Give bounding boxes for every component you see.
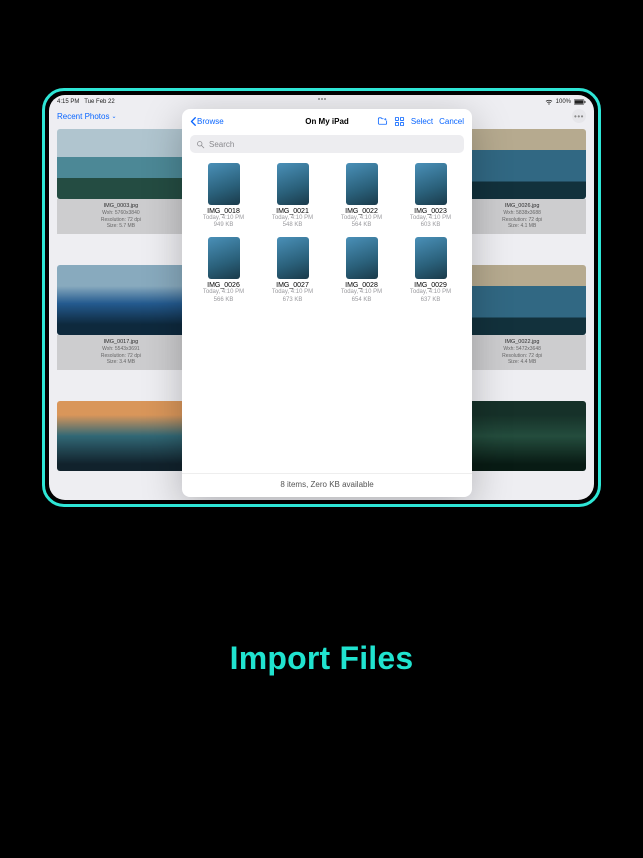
file-thumb <box>208 163 240 205</box>
file-thumb <box>346 163 378 205</box>
status-bar: 4:15 PM Tue Feb 22 100% <box>49 95 594 107</box>
ipad-screen: 4:15 PM Tue Feb 22 100% Recent Photos ⌄ … <box>49 95 594 500</box>
file-item[interactable]: IMG_0028Today, 4:10 PM654 KB <box>330 237 393 303</box>
file-thumb <box>277 237 309 279</box>
photo-card[interactable] <box>458 401 586 496</box>
photo-info: IMG_0003.jpg Wxh: 5760x3840 Resolution: … <box>57 199 185 234</box>
file-item[interactable]: IMG_0022Today, 4:10 PM564 KB <box>330 163 393 229</box>
file-picker-sheet: Browse On My iPad Select Cancel Search I… <box>182 109 472 497</box>
picker-title: On My iPad <box>182 117 472 126</box>
file-item[interactable]: IMG_0026Today, 4:10 PM566 KB <box>192 237 255 303</box>
wifi-icon <box>545 99 553 105</box>
status-left: 4:15 PM Tue Feb 22 <box>57 99 115 105</box>
photo-card[interactable]: IMG_0026.jpg Wxh: 5838x3688 Resolution: … <box>458 129 586 259</box>
ellipsis-icon: ••• <box>574 112 584 121</box>
photo-thumb <box>458 265 586 335</box>
ipad-frame: 4:15 PM Tue Feb 22 100% Recent Photos ⌄ … <box>42 88 601 507</box>
battery-percent: 100% <box>556 99 571 105</box>
file-item[interactable]: IMG_0027Today, 4:10 PM673 KB <box>261 237 324 303</box>
photo-card[interactable]: IMG_0022.jpg Wxh: 5472x3648 Resolution: … <box>458 265 586 395</box>
photo-card[interactable]: IMG_0017.jpg Wxh: 5543x3691 Resolution: … <box>57 265 185 395</box>
photo-thumb <box>57 129 185 199</box>
file-thumb <box>208 237 240 279</box>
file-item[interactable]: IMG_0018Today, 4:10 PM949 KB <box>192 163 255 229</box>
photo-info: IMG_0022.jpg Wxh: 5472x3648 Resolution: … <box>458 335 586 370</box>
chevron-down-icon: ⌄ <box>111 113 116 120</box>
photo-info: IMG_0017.jpg Wxh: 5543x3691 Resolution: … <box>57 335 185 370</box>
photo-card[interactable] <box>57 401 185 496</box>
recent-photos-label: Recent Photos <box>57 112 109 121</box>
status-date: Tue Feb 22 <box>84 99 114 105</box>
file-thumb <box>415 163 447 205</box>
battery-icon <box>574 99 586 105</box>
file-item[interactable]: IMG_0021Today, 4:10 PM548 KB <box>261 163 324 229</box>
photo-thumb <box>57 265 185 335</box>
photo-info: IMG_0026.jpg Wxh: 5838x3688 Resolution: … <box>458 199 586 234</box>
picker-body: IMG_0018Today, 4:10 PM949 KB IMG_0021Tod… <box>182 159 472 473</box>
status-right: 100% <box>545 99 586 105</box>
search-field[interactable]: Search <box>190 135 464 153</box>
file-grid: IMG_0018Today, 4:10 PM949 KB IMG_0021Tod… <box>192 163 462 304</box>
multitask-grabber[interactable] <box>313 98 331 100</box>
photo-thumb <box>458 129 586 199</box>
marketing-headline: Import Files <box>0 640 643 677</box>
search-placeholder: Search <box>209 140 234 149</box>
photo-thumb <box>57 401 185 471</box>
photo-card[interactable]: IMG_0003.jpg Wxh: 5760x3840 Resolution: … <box>57 129 185 259</box>
file-thumb <box>346 237 378 279</box>
picker-nav: Browse On My iPad Select Cancel <box>182 109 472 133</box>
file-thumb <box>277 163 309 205</box>
picker-footer: 8 items, Zero KB available <box>182 473 472 497</box>
file-item[interactable]: IMG_0023Today, 4:10 PM603 KB <box>399 163 462 229</box>
more-button[interactable]: ••• <box>572 109 586 123</box>
file-thumb <box>415 237 447 279</box>
search-icon <box>196 140 205 149</box>
recent-photos-dropdown[interactable]: Recent Photos ⌄ <box>57 112 117 121</box>
status-time: 4:15 PM <box>57 99 79 105</box>
file-item[interactable]: IMG_0029Today, 4:10 PM637 KB <box>399 237 462 303</box>
photo-thumb <box>458 401 586 471</box>
